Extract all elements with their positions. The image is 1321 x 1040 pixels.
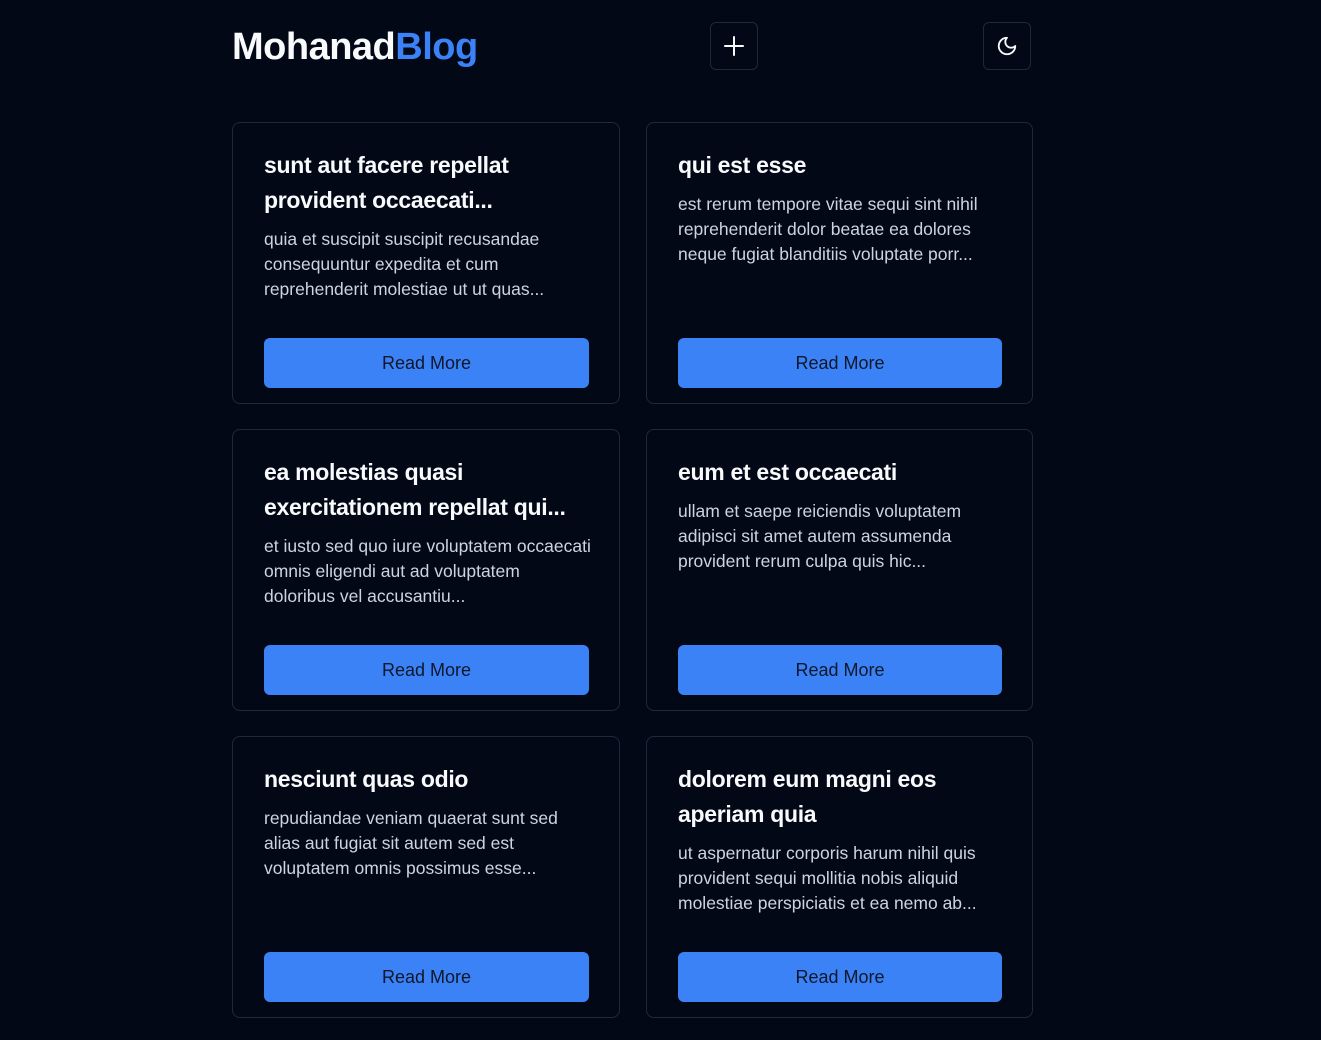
read-more-button[interactable]: Read More	[264, 645, 589, 695]
post-excerpt: quia et suscipit suscipit recusandae con…	[264, 229, 545, 299]
post-title: eum et est occaecati	[678, 459, 898, 485]
post-excerpt: et iusto sed quo iure voluptatem occaeca…	[264, 536, 591, 606]
read-more-button[interactable]: Read More	[678, 645, 1002, 695]
post-excerpt: ut aspernatur corporis harum nihil quis …	[678, 843, 977, 913]
add-post-button[interactable]	[710, 22, 758, 70]
post-title: ea molestias quasi exercitationem repell…	[264, 459, 566, 520]
post-excerpt: ullam et saepe reiciendis voluptatem adi…	[678, 501, 962, 571]
post-card: nesciunt quas odio repudiandae veniam qu…	[232, 736, 620, 1018]
theme-toggle-button[interactable]	[983, 22, 1031, 70]
read-more-button[interactable]: Read More	[264, 952, 589, 1002]
post-excerpt: repudiandae veniam quaerat sunt sed alia…	[264, 808, 558, 878]
post-card: qui est esse est rerum tempore vitae seq…	[646, 122, 1033, 404]
read-more-button[interactable]: Read More	[678, 338, 1002, 388]
post-title: qui est esse	[678, 152, 807, 178]
logo-main-text: Mohanad	[232, 26, 396, 68]
post-excerpt: est rerum tempore vitae sequi sint nihil…	[678, 194, 978, 264]
post-card: sunt aut facere repellat provident occae…	[232, 122, 620, 404]
logo-accent-text: Blog	[395, 26, 478, 68]
page: MohanadBlog sunt aut facere repellat pro…	[0, 0, 1321, 1040]
plus-icon	[722, 34, 746, 58]
site-logo[interactable]: MohanadBlog	[232, 25, 478, 69]
post-card: ea molestias quasi exercitationem repell…	[232, 429, 620, 711]
read-more-button[interactable]: Read More	[264, 338, 589, 388]
read-more-button[interactable]: Read More	[678, 952, 1002, 1002]
post-card: eum et est occaecati ullam et saepe reic…	[646, 429, 1033, 711]
moon-icon	[996, 35, 1018, 57]
post-title: nesciunt quas odio	[264, 766, 469, 792]
post-card: dolorem eum magni eos aperiam quia ut as…	[646, 736, 1033, 1018]
site-header: MohanadBlog	[232, 22, 1033, 72]
posts-grid: sunt aut facere repellat provident occae…	[232, 122, 1033, 1018]
post-title: dolorem eum magni eos aperiam quia	[678, 766, 937, 827]
post-title: sunt aut facere repellat provident occae…	[264, 152, 509, 213]
